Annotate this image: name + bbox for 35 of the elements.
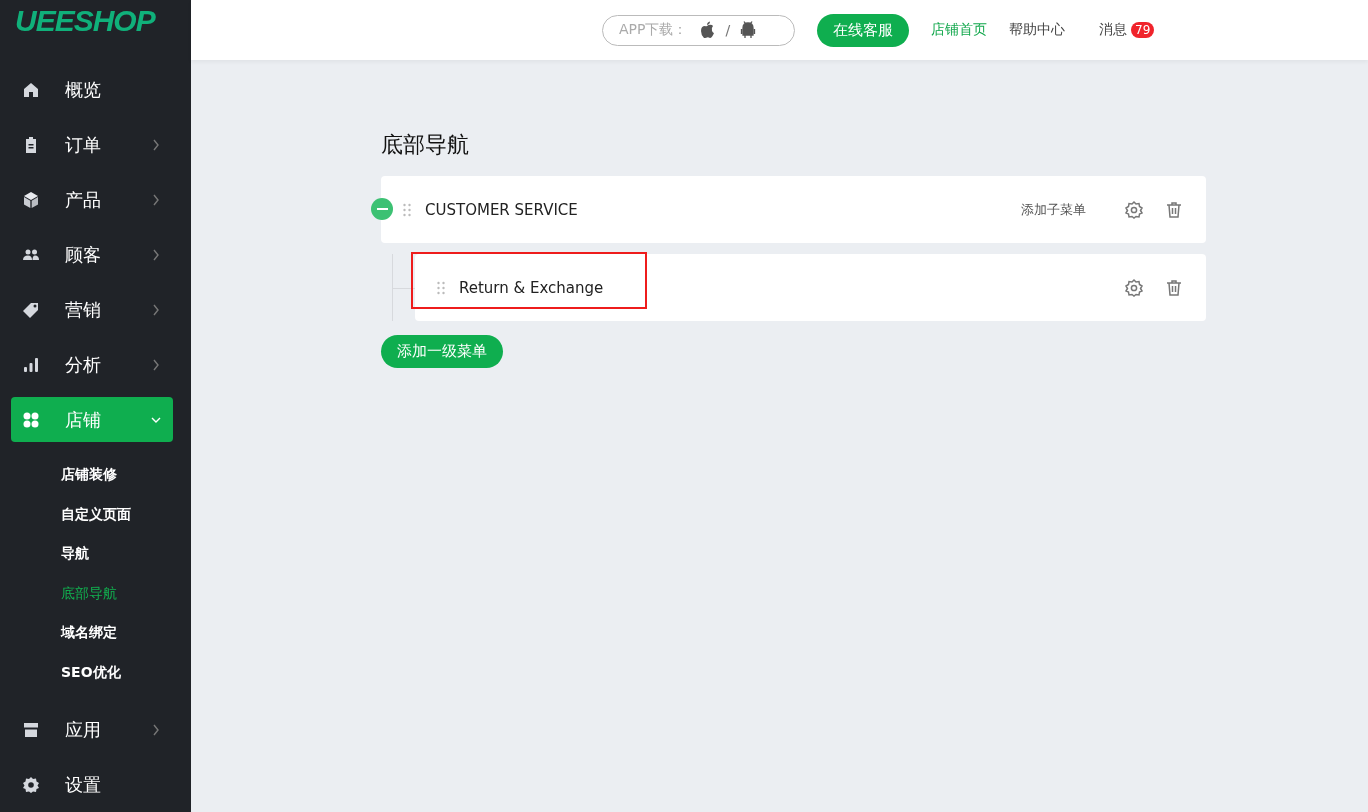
sidebar-item[interactable]: 订单: [11, 122, 173, 167]
menu-title: CUSTOMER SERVICE: [425, 200, 579, 219]
sidebar-item[interactable]: 营销: [11, 287, 173, 332]
submenu-item[interactable]: 导航: [0, 534, 191, 574]
settings-icon: [21, 774, 41, 795]
submenu-item[interactable]: SEO优化: [0, 652, 191, 692]
box-icon: [21, 189, 41, 210]
sidebar-item[interactable]: 产品: [11, 177, 173, 222]
logo[interactable]: UEESHOP: [0, 0, 191, 44]
messages-link[interactable]: 消息: [1099, 21, 1127, 39]
separator: /: [725, 22, 731, 38]
submenu-item[interactable]: 域名绑定: [0, 613, 191, 653]
drag-handle-icon[interactable]: [403, 202, 411, 217]
settings-icon[interactable]: [1124, 277, 1144, 298]
submenu-item[interactable]: 底部导航: [0, 573, 191, 613]
submenu-item[interactable]: 自定义页面: [0, 494, 191, 534]
settings-icon[interactable]: [1124, 199, 1144, 220]
sidebar-item[interactable]: 设置: [11, 762, 173, 807]
message-count: 79: [1131, 22, 1155, 38]
sidebar-item[interactable]: 顾客: [11, 232, 173, 277]
submenu-item[interactable]: 店铺装修: [0, 455, 191, 495]
drag-handle-icon[interactable]: [437, 280, 445, 295]
apple-icon[interactable]: [699, 21, 716, 39]
trash-icon[interactable]: [1164, 199, 1184, 220]
collapse-toggle[interactable]: [371, 198, 393, 220]
header-link[interactable]: 帮助中心: [1009, 21, 1065, 39]
sidebar-item[interactable]: 应用: [11, 707, 173, 752]
trash-icon[interactable]: [1164, 277, 1184, 298]
sidebar-item[interactable]: 分析: [11, 342, 173, 387]
add-submenu-link[interactable]: 添加子菜单: [1021, 200, 1086, 219]
sidebar-item[interactable]: 概览: [11, 67, 173, 112]
submenu-title: Return & Exchange: [459, 278, 605, 297]
app-download-label: APP下载：: [619, 21, 688, 39]
android-icon[interactable]: [740, 21, 757, 39]
page-title: 底部导航: [381, 131, 470, 159]
